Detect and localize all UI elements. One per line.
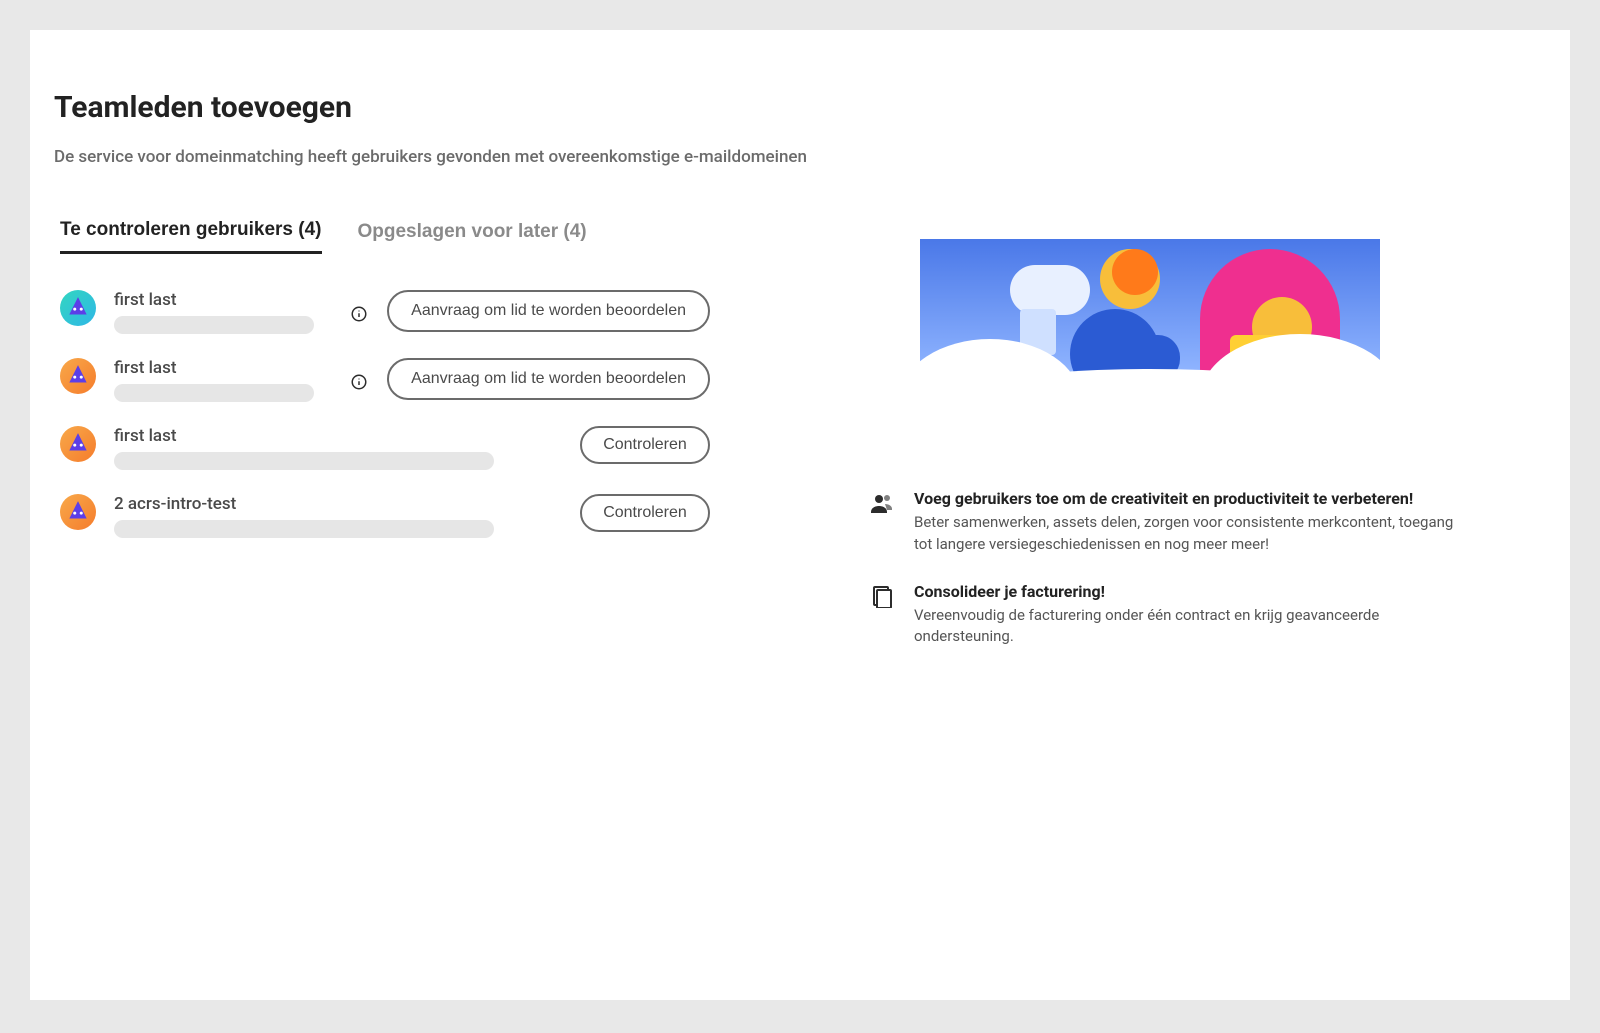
user-name: first last	[114, 290, 331, 310]
user-name: first last	[114, 426, 562, 446]
redacted-email	[114, 316, 314, 334]
promo-item: Consolideer je facturering! Vereenvoudig…	[770, 582, 1530, 649]
user-row: 2 acrs-intro-test Controleren	[60, 494, 710, 538]
review-request-button[interactable]: Aanvraag om lid te worden beoordelen	[387, 358, 710, 400]
avatar	[60, 290, 96, 326]
user-info: 2 acrs-intro-test	[114, 494, 562, 538]
body-columns: Te controleren gebruikers (4) Opgeslagen…	[50, 219, 1550, 674]
left-column: Te controleren gebruikers (4) Opgeslagen…	[50, 219, 710, 674]
review-request-button[interactable]: Aanvraag om lid te worden beoordelen	[387, 290, 710, 332]
redacted-email	[114, 452, 494, 470]
promo-body: Beter samenwerken, assets delen, zorgen …	[914, 512, 1470, 556]
user-list: first last Aanvraag om lid te worden beo…	[50, 290, 710, 538]
promo-text: Consolideer je facturering! Vereenvoudig…	[914, 582, 1470, 649]
header: Teamleden toevoegen De service voor dome…	[50, 90, 1550, 167]
promo-item: Voeg gebruikers toe om de creativiteit e…	[770, 489, 1530, 556]
redacted-email	[114, 520, 494, 538]
tab-saved-later[interactable]: Opgeslagen voor later (4)	[358, 219, 587, 254]
main-panel: Teamleden toevoegen De service voor dome…	[30, 30, 1570, 1000]
user-action: Controleren	[580, 494, 710, 532]
promo-title: Voeg gebruikers toe om de creativiteit e…	[914, 489, 1470, 508]
page-title: Teamleden toevoegen	[54, 90, 1550, 125]
illustration-wrap	[770, 239, 1530, 429]
promo-text: Voeg gebruikers toe om de creativiteit e…	[914, 489, 1470, 556]
promo-title: Consolideer je facturering!	[914, 582, 1470, 601]
avatar	[60, 426, 96, 462]
user-action: Aanvraag om lid te worden beoordelen	[387, 290, 710, 332]
hero-illustration	[920, 239, 1380, 429]
tab-review-users[interactable]: Te controleren gebruikers (4)	[60, 219, 322, 254]
user-name: first last	[114, 358, 331, 378]
user-action: Controleren	[580, 426, 710, 464]
user-row: first last Controleren	[60, 426, 710, 470]
review-button[interactable]: Controleren	[580, 426, 710, 464]
tabs: Te controleren gebruikers (4) Opgeslagen…	[50, 219, 710, 254]
info-icon[interactable]	[349, 372, 369, 392]
user-row: first last Aanvraag om lid te worden beo…	[60, 290, 710, 334]
user-action: Aanvraag om lid te worden beoordelen	[387, 358, 710, 400]
user-row: first last Aanvraag om lid te worden beo…	[60, 358, 710, 402]
avatar	[60, 494, 96, 530]
avatar	[60, 358, 96, 394]
user-info: first last	[114, 290, 331, 334]
redacted-email	[114, 384, 314, 402]
promo-body: Vereenvoudig de facturering onder één co…	[914, 605, 1470, 649]
review-button[interactable]: Controleren	[580, 494, 710, 532]
user-info: first last	[114, 426, 562, 470]
info-icon[interactable]	[349, 304, 369, 324]
people-icon	[870, 491, 896, 556]
page-subtitle: De service voor domeinmatching heeft geb…	[54, 147, 1550, 167]
billing-icon	[870, 584, 896, 649]
right-column: Voeg gebruikers toe om de creativiteit e…	[750, 219, 1550, 674]
user-name: 2 acrs-intro-test	[114, 494, 562, 514]
user-info: first last	[114, 358, 331, 402]
